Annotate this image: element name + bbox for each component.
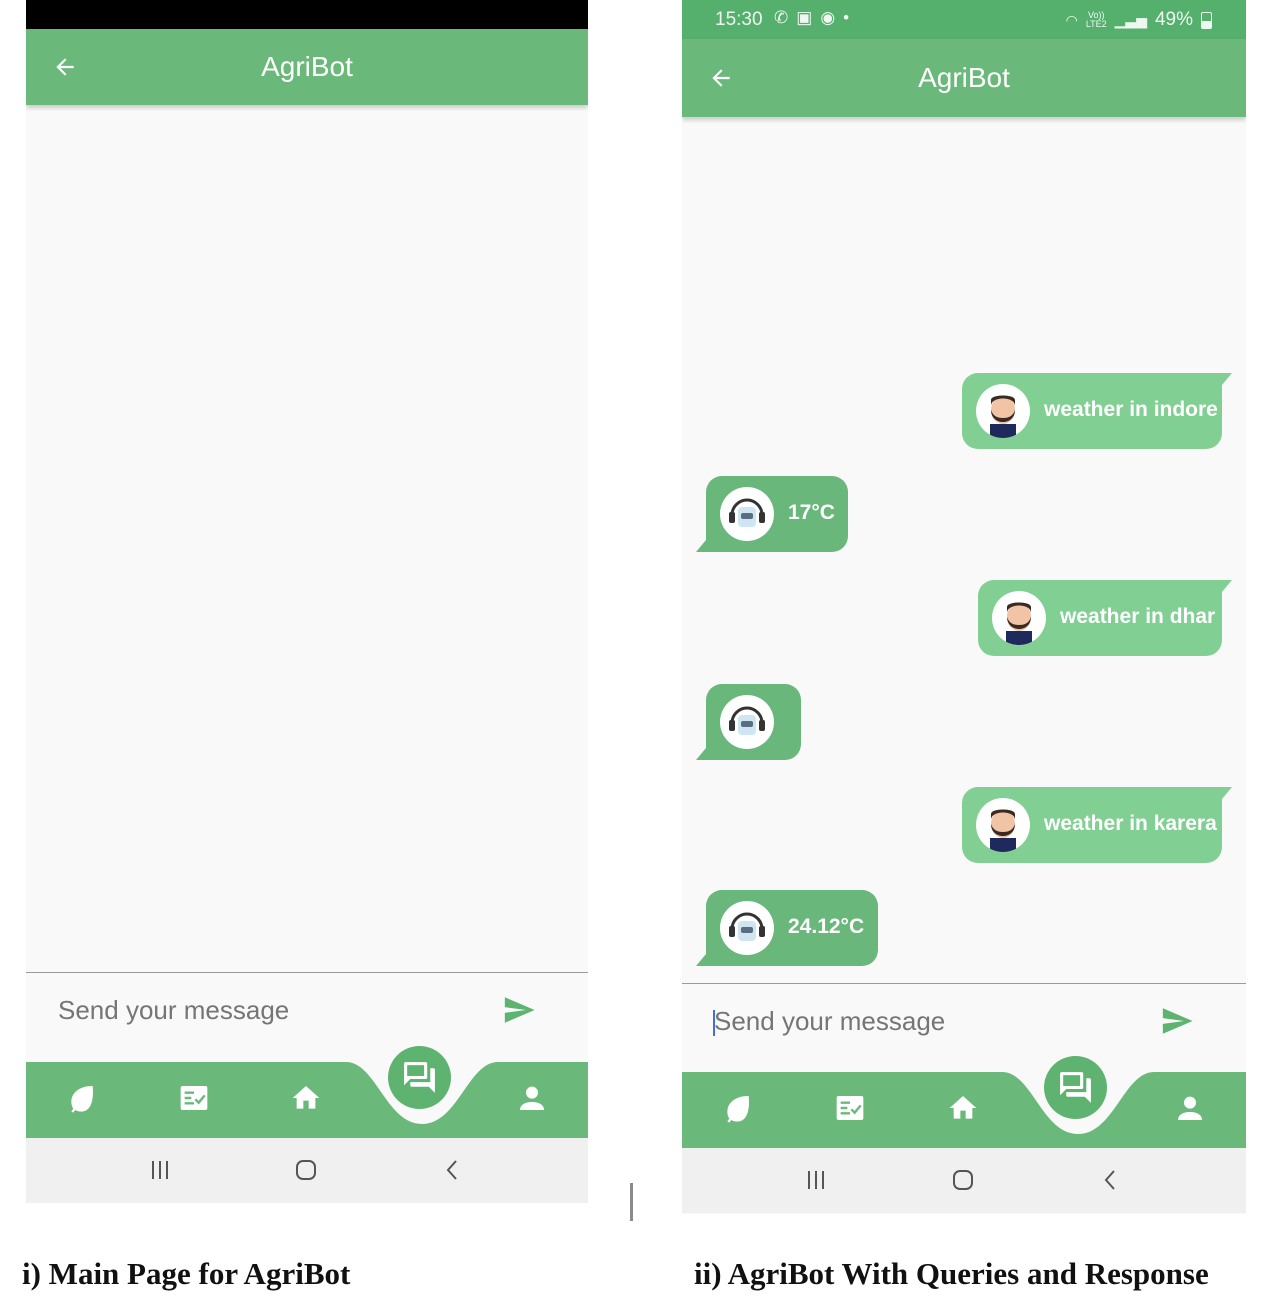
- chat-button[interactable]: [1044, 1056, 1107, 1119]
- user-avatar: [976, 384, 1030, 438]
- divider: [630, 1183, 633, 1221]
- app-bar: AgriBot: [26, 29, 588, 105]
- app-title: AgriBot: [261, 51, 353, 82]
- message-composer: [26, 972, 588, 1061]
- person-icon[interactable]: [516, 1082, 548, 1114]
- network-label: Vo)) LTE2: [1086, 11, 1107, 29]
- system-nav-bar: [26, 1138, 588, 1203]
- message-text: weather in indore: [1044, 398, 1218, 421]
- message-text: weather in dhar: [1060, 605, 1216, 628]
- bot-message: [696, 684, 801, 760]
- home-button-icon[interactable]: [294, 1158, 318, 1182]
- send-icon[interactable]: [1158, 1004, 1196, 1038]
- message-composer: [682, 983, 1246, 1072]
- phone-icon: ✆: [774, 8, 789, 27]
- back-button-icon[interactable]: [1098, 1168, 1122, 1192]
- bot-avatar: [720, 901, 774, 955]
- recent-apps-icon[interactable]: [804, 1168, 828, 1192]
- home-icon[interactable]: [947, 1092, 979, 1124]
- status-bar: 15:30 ✆ ▣ ◉ • ◠ Vo)) LTE2 ▁▃▅ 49%: [682, 0, 1246, 39]
- image-icon: ▣: [796, 8, 813, 27]
- phone-screen-chat: 15:30 ✆ ▣ ◉ • ◠ Vo)) LTE2 ▁▃▅ 49% AgriBot…: [682, 0, 1246, 1214]
- home-button-icon[interactable]: [951, 1168, 975, 1192]
- wifi-icon: ◠: [1065, 11, 1078, 28]
- lte-label: LTE2: [1085, 19, 1107, 29]
- bot-avatar: [720, 695, 774, 749]
- signal-icon: ▁▃▅: [1114, 11, 1147, 28]
- chat-button[interactable]: [388, 1046, 451, 1109]
- checklist-icon[interactable]: [178, 1082, 210, 1114]
- message-text: 17°C: [788, 501, 835, 524]
- message-text: weather in karera: [1044, 812, 1217, 835]
- user-message: weather in dhar: [978, 580, 1232, 656]
- message-text: 24.12°C: [788, 915, 865, 938]
- app-bar: AgriBot: [682, 39, 1246, 117]
- chat-icon: [1060, 1072, 1091, 1103]
- send-icon[interactable]: [500, 993, 538, 1027]
- battery-icon: [1201, 11, 1212, 29]
- battery-percent: 49%: [1154, 9, 1193, 30]
- status-bar: [26, 0, 588, 29]
- bottom-nav: [682, 1056, 1246, 1148]
- phone-screen-main: AgriBot: [26, 0, 588, 1203]
- user-message: weather in karera: [962, 787, 1232, 863]
- dot-icon: •: [843, 8, 850, 27]
- caption-queries-response: ii) AgriBot With Queries and Response: [694, 1256, 1209, 1291]
- user-avatar: [992, 591, 1046, 645]
- recent-apps-icon[interactable]: [148, 1158, 172, 1182]
- message-input[interactable]: [58, 995, 458, 1026]
- bot-message: 17°C: [696, 476, 848, 552]
- checklist-icon[interactable]: [834, 1092, 866, 1124]
- bot-message: 24.12°C: [696, 890, 878, 966]
- bottom-nav: [26, 1046, 588, 1138]
- bot-avatar: [720, 487, 774, 541]
- leaf-icon[interactable]: [66, 1082, 98, 1114]
- caption-main-page: i) Main Page for AgriBot: [22, 1256, 351, 1291]
- leaf-icon[interactable]: [722, 1092, 754, 1124]
- chat-icon: [404, 1062, 435, 1093]
- message-input[interactable]: [714, 1006, 1114, 1037]
- back-button-icon[interactable]: [440, 1158, 464, 1182]
- app-title: AgriBot: [918, 62, 1010, 93]
- whatsapp-icon: ◉: [820, 8, 836, 27]
- user-avatar: [976, 798, 1030, 852]
- user-message: weather in indore: [962, 373, 1232, 449]
- person-icon[interactable]: [1174, 1092, 1206, 1124]
- home-icon[interactable]: [290, 1082, 322, 1114]
- system-nav-bar: [682, 1148, 1246, 1213]
- status-time: 15:30: [715, 9, 763, 30]
